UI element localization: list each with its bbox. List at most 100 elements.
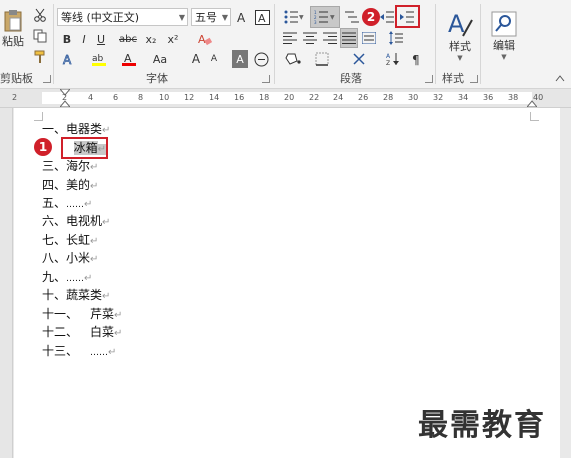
show-marks-button[interactable]: ¶ — [408, 50, 426, 68]
list-item[interactable]: 八、小米↵ — [42, 249, 98, 267]
styles-button[interactable]: A 样式 ▼ — [440, 6, 480, 66]
divider — [53, 4, 54, 84]
numbering-button[interactable]: 1 2 3 ▼ — [310, 6, 340, 28]
ruler-tick: 34 — [458, 93, 469, 102]
clipboard-group-label: 剪贴板 — [0, 72, 33, 85]
eraser-icon: A — [198, 33, 212, 46]
bullets-button[interactable]: ▼ — [281, 8, 307, 26]
list-item[interactable]: 六、电视机↵ — [42, 212, 110, 230]
font-name-select[interactable]: 等线 (中文正文) ▼ — [57, 8, 188, 26]
list-item[interactable]: 十二、 白菜↵ — [42, 323, 122, 341]
cut-button[interactable] — [31, 6, 49, 24]
change-case-top-button[interactable]: A — [235, 8, 251, 26]
distributed-button[interactable] — [360, 29, 378, 47]
enclose-char-button[interactable] — [252, 50, 270, 68]
paragraph-mark-icon: ↵ — [102, 125, 111, 136]
ruler-tick: 28 — [383, 93, 394, 102]
collapse-ribbon-button[interactable] — [553, 72, 567, 84]
svg-text:¶: ¶ — [412, 53, 420, 66]
step-2-badge: 2 — [362, 8, 380, 26]
chinese-layout-icon — [353, 53, 365, 65]
align-center-button[interactable] — [301, 29, 319, 47]
styles-label: 样式 — [449, 40, 471, 53]
highlight-button[interactable]: ab — [88, 50, 110, 68]
list-item[interactable]: 七、长虹↵ — [42, 231, 98, 249]
text-effect-icon: A — [63, 53, 73, 66]
multilevel-list-button[interactable] — [343, 8, 361, 26]
pilcrow-icon: ¶ — [412, 53, 420, 66]
copy-button[interactable] — [31, 27, 49, 45]
scissors-icon — [34, 8, 46, 22]
list-text: 蔬菜类 — [66, 288, 103, 302]
char-shading-button[interactable]: A — [232, 50, 248, 68]
clear-format-button[interactable]: A — [196, 30, 214, 48]
borders-button[interactable] — [310, 50, 334, 68]
justify-button[interactable] — [340, 28, 358, 48]
multilevel-list-icon — [345, 11, 359, 23]
font-color-button[interactable]: A — [118, 50, 140, 68]
grow-font-button[interactable]: A — [188, 50, 204, 68]
shrink-font-button[interactable]: A — [206, 50, 222, 68]
ruler-tick: 36 — [483, 93, 494, 102]
list-item[interactable]: 五、……↵ — [42, 194, 92, 212]
list-text: 长虹 — [66, 233, 91, 247]
change-case-button[interactable]: Aa — [150, 50, 170, 68]
paste-button[interactable]: 粘贴 — [0, 4, 26, 54]
subscript-button[interactable]: x₂ — [142, 30, 160, 48]
edit-label: 编辑 — [493, 39, 515, 52]
edit-button[interactable]: 编辑 ▼ — [486, 6, 522, 66]
font-launcher[interactable] — [262, 75, 270, 83]
paragraph-mark-icon: ↵ — [114, 328, 123, 339]
list-item[interactable]: 十、蔬菜类↵ — [42, 286, 110, 304]
align-right-button[interactable] — [321, 29, 339, 47]
ruler-tick: 18 — [259, 93, 270, 102]
paragraph-mark-icon: ↵ — [102, 291, 111, 302]
paragraph-group-label: 段落 — [340, 72, 362, 85]
list-item[interactable]: 一、电器类↵ — [42, 120, 110, 138]
list-item[interactable]: 九、……↵ — [42, 268, 92, 286]
decrease-indent-button[interactable] — [378, 8, 396, 26]
list-item[interactable]: 十一、 芹菜↵ — [42, 305, 122, 323]
chevron-down-icon: ▼ — [457, 54, 463, 62]
svg-text:ab: ab — [92, 54, 104, 64]
font-size-select[interactable]: 五号 ▼ — [191, 8, 231, 26]
step-1-badge: 1 — [34, 138, 52, 156]
paragraph-launcher[interactable] — [425, 75, 433, 83]
list-text: 电视机 — [66, 214, 103, 228]
paste-label: 粘贴 — [2, 35, 24, 48]
svg-text:▼: ▼ — [330, 14, 335, 21]
list-item[interactable]: 十三、 ……↵ — [42, 342, 116, 360]
strikethrough-button[interactable]: abc — [117, 30, 139, 48]
sort-button[interactable]: AZ — [384, 50, 402, 68]
chevron-down-icon: ▼ — [221, 13, 228, 22]
shading-button[interactable] — [281, 50, 305, 68]
vertical-ruler[interactable] — [0, 108, 13, 458]
horizontal-ruler[interactable]: 2 2 4 6 8 10 12 14 16 18 20 22 24 26 28 … — [0, 89, 571, 108]
ruler-tick: 38 — [508, 93, 519, 102]
ruler-tick: 2 — [62, 93, 68, 102]
format-painter-button[interactable] — [31, 48, 49, 66]
line-spacing-button[interactable] — [386, 29, 410, 47]
list-number: 三、 — [42, 159, 67, 173]
svg-text:▼: ▼ — [299, 14, 304, 21]
align-left-button[interactable] — [281, 29, 299, 47]
underline-button[interactable]: U — [93, 30, 109, 48]
bold-button[interactable]: B — [59, 30, 75, 48]
numbered-list-icon: 123▼ — [314, 10, 335, 24]
svg-text:3: 3 — [314, 20, 317, 24]
text-effect-button[interactable]: A — [59, 50, 79, 68]
italic-button[interactable]: I — [76, 30, 92, 48]
list-item[interactable]: 四、美的↵ — [42, 176, 98, 194]
superscript-button[interactable]: x² — [164, 30, 182, 48]
styles-launcher[interactable] — [470, 75, 478, 83]
list-item[interactable]: 三、海尔↵ — [42, 157, 98, 175]
chevron-down-icon: ▼ — [178, 13, 185, 22]
selected-text-highlight — [61, 137, 108, 159]
chinese-layout-button[interactable] — [348, 50, 372, 68]
ruler-tick: 30 — [408, 93, 419, 102]
svg-text:A: A — [258, 12, 266, 25]
char-border-top-button[interactable]: A — [254, 8, 270, 26]
clipboard-launcher[interactable] — [43, 75, 51, 83]
ruler-tick: 26 — [358, 93, 369, 102]
ruler-tick: 14 — [209, 93, 220, 102]
